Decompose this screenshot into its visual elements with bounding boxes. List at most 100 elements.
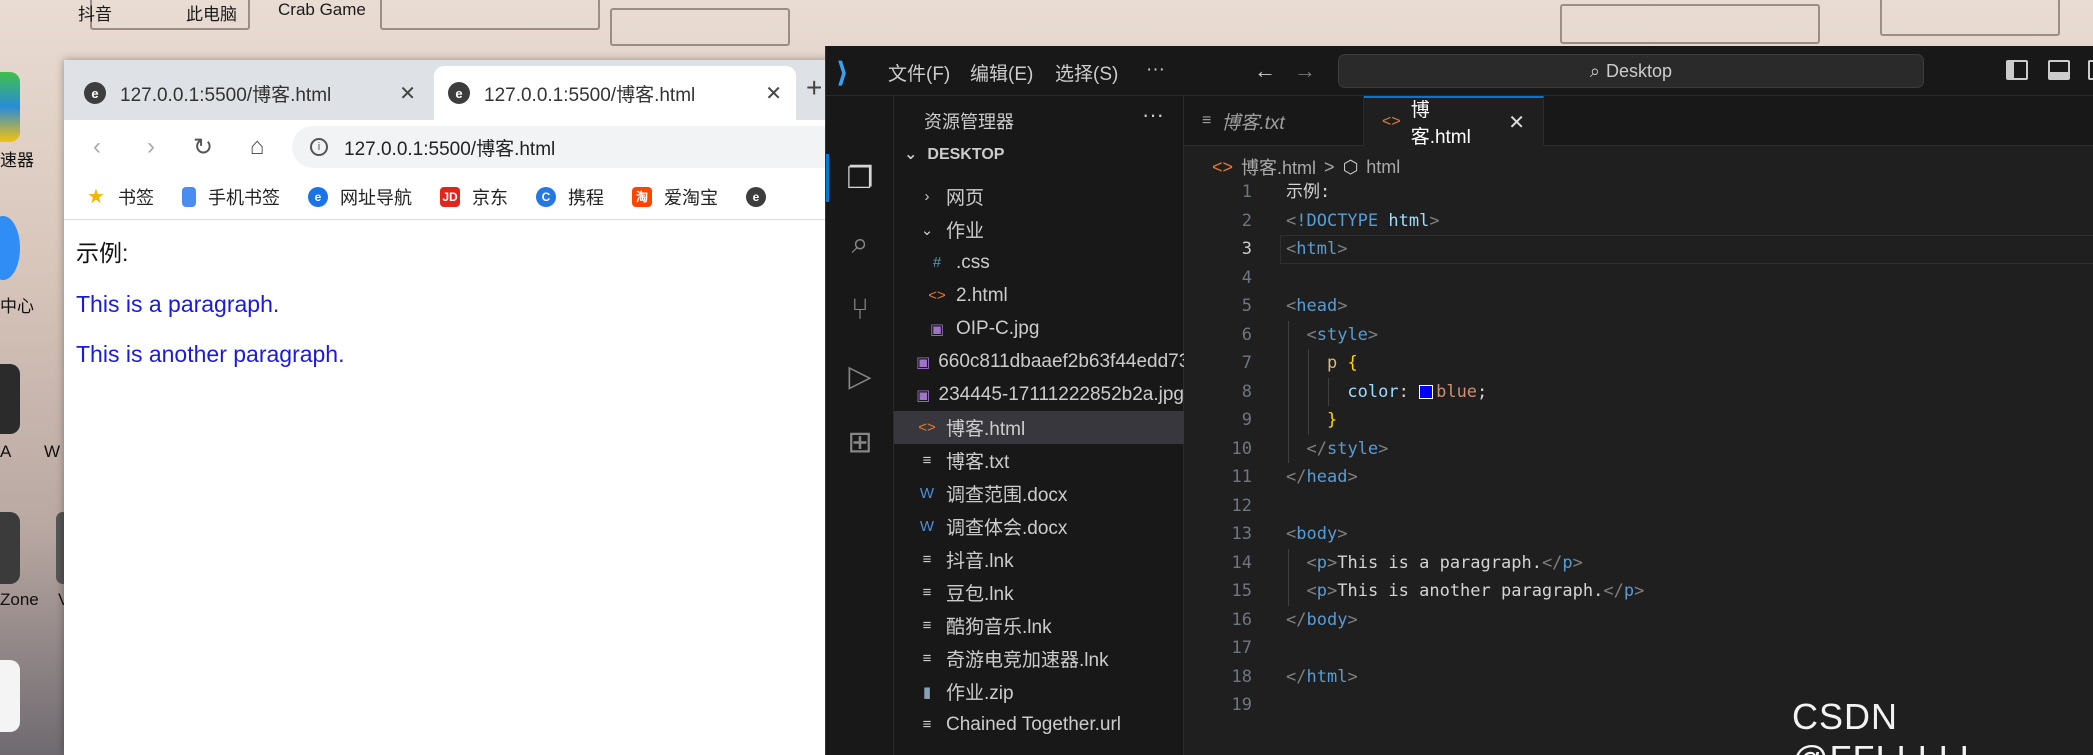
bookmark-item[interactable]: ★ 书签 xyxy=(86,184,154,210)
editor-tab-blog-txt[interactable]: ≡ 博客.txt xyxy=(1184,96,1364,146)
menu-selection[interactable]: 选择(S) xyxy=(1055,59,1118,86)
taobao-icon: 淘 xyxy=(632,186,652,207)
forward-icon[interactable]: › xyxy=(134,130,168,164)
explorer-item[interactable]: ▣ OIP-C.jpg xyxy=(894,312,1184,345)
nvidia-app-icon[interactable] xyxy=(0,364,20,434)
explorer-item[interactable]: ≡ 博客.txt xyxy=(894,444,1184,477)
code-line[interactable]: 11 </head> xyxy=(1184,463,2093,492)
explorer-item[interactable]: ▣ 234445-17111222852b2a.jpg xyxy=(894,378,1184,411)
code-line[interactable]: 4 xyxy=(1184,264,2093,293)
accelerator-app-icon[interactable] xyxy=(0,72,20,142)
search-icon[interactable]: ⌕ xyxy=(842,226,878,262)
bookmark-item[interactable]: C 携程 xyxy=(536,184,604,210)
extensions-icon[interactable]: ⊞ xyxy=(842,424,878,460)
symbol-element-icon: ⬡ xyxy=(1342,156,1359,177)
address-bar[interactable]: i 127.0.0.1:5500/博客.html xyxy=(292,126,829,168)
chevron-down-icon: ⌄ xyxy=(920,221,934,239)
code-line[interactable]: 5 <head> xyxy=(1184,292,2093,321)
code-line[interactable]: 2 <!DOCTYPE html> xyxy=(1184,207,2093,236)
desktop-label-this-pc[interactable]: 此电脑 xyxy=(186,0,237,25)
code-line[interactable]: 7 p { xyxy=(1184,349,2093,378)
code-line[interactable]: 8 color: blue; xyxy=(1184,378,2093,407)
new-tab-icon[interactable]: + xyxy=(806,72,822,104)
reload-icon[interactable]: ↻ xyxy=(186,130,220,164)
vscode-logo-icon: ⟩ xyxy=(836,57,849,88)
bookmark-item[interactable]: 淘爱淘宝 xyxy=(632,184,718,210)
home-icon[interactable]: ⌂ xyxy=(240,130,274,164)
browser-tab-2[interactable]: e 127.0.0.1:5500/博客.html ✕ xyxy=(434,66,796,120)
explorer-item[interactable]: ▮ 作业.zip xyxy=(894,675,1184,708)
toggle-secondary-sidebar-icon[interactable] xyxy=(2088,60,2093,80)
code-line[interactable]: 16 </body> xyxy=(1184,606,2093,635)
code-line[interactable]: 14 <p>This is a paragraph.</p> xyxy=(1184,549,2093,578)
text-file-icon: ≡ xyxy=(922,617,932,634)
code-line[interactable]: 17 xyxy=(1184,634,2093,663)
back-icon[interactable]: ‹ xyxy=(80,130,114,164)
zone-app-icon[interactable] xyxy=(0,512,20,584)
code-line[interactable]: 18 </html> xyxy=(1184,663,2093,692)
browser-tab-1[interactable]: e 127.0.0.1:5500/博客.html ✕ xyxy=(70,66,430,120)
explorer-item[interactable]: ≡ 奇游电竞加速器.lnk xyxy=(894,642,1184,675)
command-center-search[interactable]: ⌕ Desktop xyxy=(1338,54,1924,88)
explorer-item[interactable]: W 调查范围.docx xyxy=(894,477,1184,510)
menu-file[interactable]: 文件(F) xyxy=(888,59,950,86)
back-icon[interactable]: ← xyxy=(1254,58,1276,84)
close-icon[interactable]: ✕ xyxy=(765,81,782,106)
code-text: color: blue; xyxy=(1347,381,1488,402)
more-actions-icon[interactable]: ··· xyxy=(1142,102,1164,128)
menu-edit[interactable]: 编辑(E) xyxy=(970,59,1033,86)
code-line[interactable]: 1 示例: xyxy=(1184,178,2093,207)
code-line[interactable]: 15 <p>This is another paragraph.</p> xyxy=(1184,577,2093,606)
breadcrumb-symbol[interactable]: html xyxy=(1366,157,1400,178)
menu-more[interactable]: ··· xyxy=(1146,59,1165,81)
editor-tab-blog-html[interactable]: <> 博客.html ✕ xyxy=(1364,96,1544,148)
explorer-item-label: .css xyxy=(956,251,990,273)
explorer-item[interactable]: ≡ 抖音.lnk xyxy=(894,543,1184,576)
forward-icon[interactable]: → xyxy=(1294,58,1316,84)
bookmark-label: 携程 xyxy=(568,187,604,208)
site-info-icon[interactable]: i xyxy=(310,138,328,156)
code-line[interactable]: 13 <body> xyxy=(1184,520,2093,549)
explorer-item[interactable]: <> 2.html xyxy=(894,279,1184,312)
desktop-label-douyin[interactable]: 抖音 xyxy=(78,0,112,25)
code-line[interactable]: 9 } xyxy=(1184,406,2093,435)
explorer-item[interactable]: ≡ 豆包.lnk xyxy=(894,576,1184,609)
toggle-sidebar-icon[interactable] xyxy=(2006,60,2028,80)
address-bar-url: 127.0.0.1:5500/博客.html xyxy=(344,138,556,160)
bookmark-item-more[interactable]: e xyxy=(746,186,778,207)
explorer-item[interactable]: ≡ Chained Together.url xyxy=(894,708,1184,741)
bookmark-item[interactable]: e 网址导航 xyxy=(308,184,412,210)
toggle-panel-icon[interactable] xyxy=(2048,60,2070,80)
run-debug-icon[interactable]: ▷ xyxy=(842,358,878,394)
code-line[interactable]: 12 xyxy=(1184,492,2093,521)
explorer-icon[interactable]: ❐ xyxy=(826,154,878,202)
explorer-item[interactable]: W 调查体会.docx xyxy=(894,510,1184,543)
html-file-icon: <> xyxy=(918,419,936,436)
explorer-item[interactable]: # .css xyxy=(894,246,1184,279)
qq-app-icon[interactable] xyxy=(0,660,20,732)
explorer-item[interactable]: ≡ 酷狗音乐.lnk xyxy=(894,609,1184,642)
code-text: p { xyxy=(1326,353,1358,373)
explorer-item[interactable]: ▣ 660c811dbaaef2b63f44edd736dfc46... xyxy=(894,345,1262,378)
code-line[interactable]: 6 <style> xyxy=(1184,321,2093,350)
explorer-item-label: 奇游电竞加速器.lnk xyxy=(946,650,1109,671)
explorer-item[interactable]: <> 博客.html xyxy=(894,411,1184,444)
browser-window: e 127.0.0.1:5500/博客.html ✕ e 127.0.0.1:5… xyxy=(64,60,829,755)
code-line[interactable]: 3 <html> xyxy=(1184,235,2093,264)
close-icon[interactable]: ✕ xyxy=(399,81,416,106)
close-icon[interactable]: ✕ xyxy=(1508,110,1525,135)
explorer-item[interactable]: › 网页 xyxy=(894,180,1184,213)
source-control-icon[interactable]: ⑂ xyxy=(842,292,878,328)
line-number: 4 xyxy=(1241,267,1252,288)
star-icon: ★ xyxy=(87,186,105,208)
bookmark-item[interactable]: JD 京东 xyxy=(440,184,508,210)
code-editor[interactable]: 1 示例: 2 <!DOCTYPE html> 3 <html> 4 5 <head> 6 <st… xyxy=(1184,178,2093,720)
breadcrumb-file[interactable]: 博客.html xyxy=(1241,154,1316,180)
explorer-item[interactable]: ⌄ 作业 xyxy=(894,213,1184,246)
code-text: <body> xyxy=(1286,524,1348,544)
code-line[interactable]: 10 </style> xyxy=(1184,435,2093,464)
explorer-root-folder[interactable]: ⌄ DESKTOP xyxy=(904,144,1004,164)
bookmark-item[interactable]: 手机书签 xyxy=(182,184,280,210)
wallpaper-shape xyxy=(610,8,790,46)
desktop-label-crab-game[interactable]: Crab Game xyxy=(278,0,366,20)
